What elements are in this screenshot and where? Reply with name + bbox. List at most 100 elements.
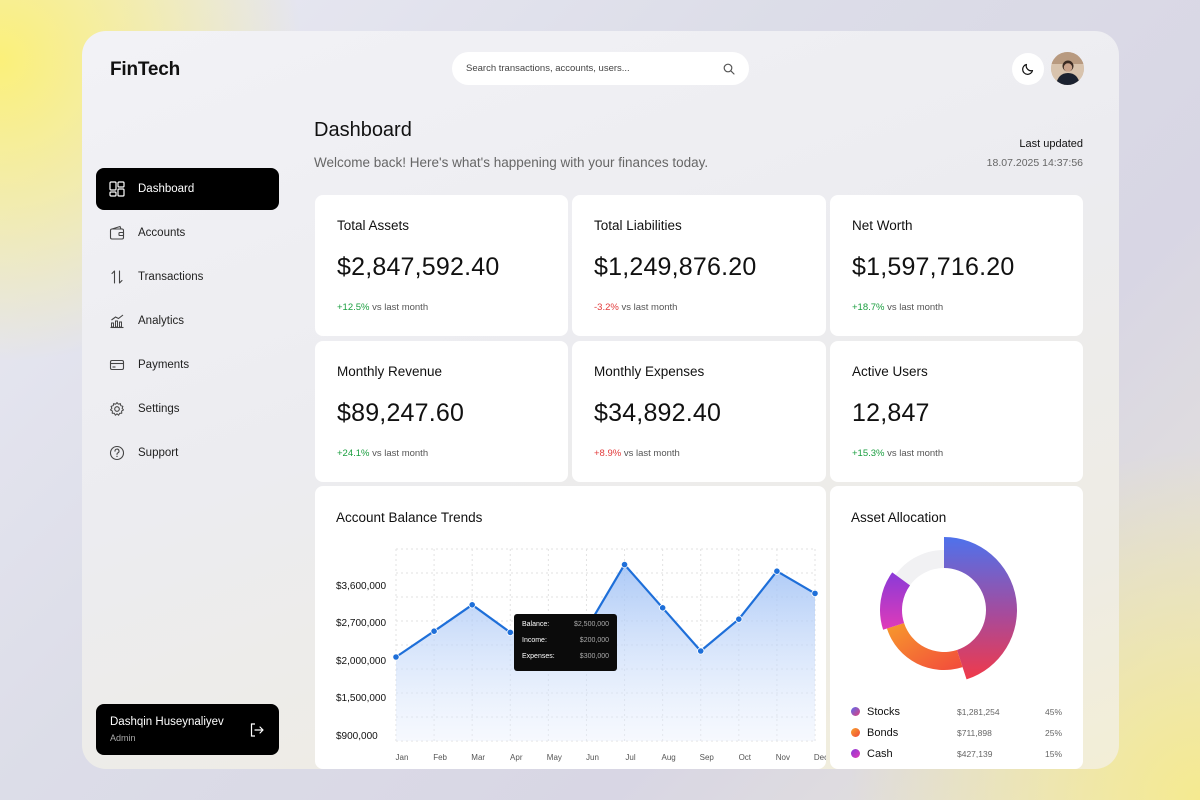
search-bar[interactable] [452, 52, 749, 85]
legend-item-cash: Cash $427,139 15% [851, 747, 1062, 760]
stat-label: Active Users [852, 364, 928, 379]
y-tick-label: $1,500,000 [336, 693, 386, 704]
last-updated: Last updated 18.07.2025 14:37:56 [987, 138, 1083, 169]
sidebar-item-transactions[interactable]: Transactions [96, 256, 279, 298]
legend-percent: 45% [1045, 706, 1063, 717]
user-name: Dashqin Huseynaliyev [110, 716, 224, 728]
change-suffix: vs last month [887, 448, 944, 459]
stat-change: +15.3% vs last month [852, 448, 1061, 459]
data-point[interactable] [697, 647, 705, 655]
x-tick-label: Mar [471, 753, 485, 762]
theme-toggle-button[interactable] [1012, 53, 1044, 85]
data-point[interactable] [811, 589, 819, 598]
change-value: -3.2% [594, 302, 619, 313]
legend-name: Bonds [867, 726, 899, 739]
transfer-arrows-icon [109, 269, 125, 285]
legend-amount: $711,898 [957, 727, 992, 738]
sidebar-item-support[interactable]: Support [96, 432, 279, 474]
sidebar-item-dashboard[interactable]: Dashboard [96, 168, 279, 210]
sidebar-item-label: Transactions [138, 271, 204, 283]
cash-dot [851, 749, 860, 758]
gear-icon [109, 401, 125, 417]
stocks-dot [851, 707, 860, 716]
user-card: Dashqin Huseynaliyev Admin [96, 704, 279, 755]
sidebar-item-label: Dashboard [138, 183, 195, 195]
stat-value: $34,892.40 [594, 399, 722, 427]
tooltip-value: $2,500,000 [573, 621, 609, 628]
sidebar-item-analytics[interactable]: Analytics [96, 300, 279, 342]
sidebar: Dashboard Accounts Transactions Analytic… [96, 168, 279, 476]
logout-icon[interactable] [249, 722, 265, 738]
data-point[interactable] [735, 615, 743, 623]
stat-label: Monthly Revenue [337, 364, 443, 379]
legend-name: Cash [867, 747, 893, 760]
sidebar-item-payments[interactable]: Payments [96, 344, 279, 386]
x-tick-label: Aug [662, 753, 676, 762]
user-role: Admin [110, 733, 136, 743]
stat-card-monthly-expenses[interactable]: Monthly Expenses $34,892.40 +8.9% vs las… [572, 341, 826, 482]
search-input[interactable] [466, 63, 723, 74]
stat-change: +8.9% vs last month [594, 448, 804, 459]
x-tick-label: Sep [700, 753, 715, 762]
allocation-donut-chart[interactable] [830, 531, 1083, 691]
legend-item-bonds: Bonds $711,898 25% [851, 726, 1062, 739]
stat-change: +18.7% vs last month [852, 302, 1061, 313]
data-point[interactable] [773, 567, 781, 575]
stat-label: Total Liabilities [594, 218, 682, 233]
help-icon [109, 445, 125, 461]
dashboard-icon [109, 181, 125, 197]
data-point[interactable] [468, 601, 476, 609]
page-title: Dashboard [314, 119, 412, 141]
legend-amount: $1,281,254 [957, 706, 1000, 717]
data-point[interactable] [506, 628, 514, 636]
avatar[interactable] [1051, 52, 1084, 85]
tooltip-value: $200,000 [579, 637, 609, 644]
bonds-slice[interactable] [886, 622, 963, 670]
change-value: +15.3% [852, 448, 885, 459]
change-suffix: vs last month [372, 448, 429, 459]
sidebar-item-accounts[interactable]: Accounts [96, 212, 279, 254]
stat-card-active-users[interactable]: Active Users 12,847 +15.3% vs last month [830, 341, 1083, 482]
user-photo [1051, 52, 1084, 85]
stat-value: $1,597,716.20 [852, 253, 1015, 281]
stat-label: Net Worth [852, 218, 913, 233]
x-tick-label: Feb [433, 753, 447, 762]
y-tick-label: $3,600,000 [336, 581, 386, 592]
data-point[interactable] [430, 627, 438, 635]
stat-change: +12.5% vs last month [337, 302, 546, 313]
allocation-title: Asset Allocation [851, 510, 947, 525]
stat-card-total-assets[interactable]: Total Assets $2,847,592.40 +12.5% vs las… [315, 195, 568, 336]
app-window: FinTech Dashboard Accounts [82, 31, 1119, 769]
change-value: +24.1% [337, 448, 370, 459]
sidebar-item-label: Settings [138, 403, 180, 415]
y-tick-label: $900,000 [336, 731, 378, 742]
x-tick-label: May [547, 753, 562, 762]
x-tick-label: Dec [814, 753, 826, 762]
stat-card-total-liabilities[interactable]: Total Liabilities $1,249,876.20 -3.2% vs… [572, 195, 826, 336]
data-point[interactable] [392, 653, 400, 661]
sidebar-item-label: Payments [138, 359, 190, 371]
search-icon[interactable] [723, 63, 735, 75]
legend-amount: $427,139 [957, 748, 993, 759]
data-point[interactable] [620, 561, 629, 569]
stat-value: 12,847 [852, 399, 930, 427]
x-tick-label: Nov [776, 753, 790, 762]
last-updated-value: 18.07.2025 14:37:56 [986, 157, 1083, 169]
legend-item-stocks: Stocks $1,281,254 45% [851, 705, 1062, 718]
stat-change: -3.2% vs last month [594, 302, 804, 313]
stat-card-monthly-revenue[interactable]: Monthly Revenue $89,247.60 +24.1% vs las… [315, 341, 568, 482]
stat-label: Monthly Expenses [594, 364, 705, 379]
allocation-legend: Stocks $1,281,254 45% Bonds $711,898 25%… [851, 705, 1062, 768]
x-tick-label: Oct [739, 753, 752, 762]
change-suffix: vs last month [887, 302, 944, 313]
legend-percent: 25% [1045, 727, 1063, 738]
change-value: +18.7% [852, 302, 885, 313]
stat-value: $2,847,592.40 [337, 253, 500, 281]
sidebar-item-label: Accounts [138, 227, 186, 239]
change-value: +8.9% [594, 448, 622, 459]
sidebar-item-settings[interactable]: Settings [96, 388, 279, 430]
change-suffix: vs last month [372, 302, 429, 313]
data-point[interactable] [659, 604, 667, 612]
x-tick-label: Jul [625, 753, 635, 762]
stat-card-net-worth[interactable]: Net Worth $1,597,716.20 +18.7% vs last m… [830, 195, 1083, 336]
